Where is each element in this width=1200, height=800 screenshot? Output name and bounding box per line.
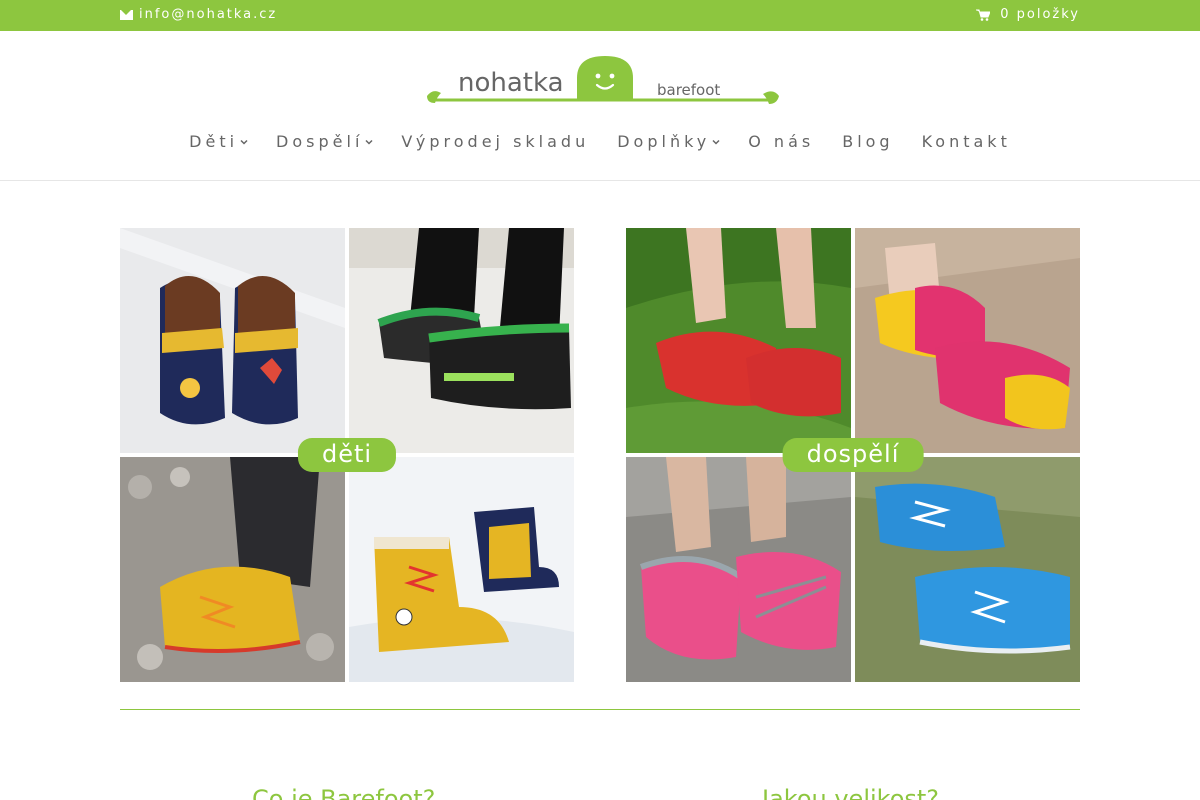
- nav-item-vyprodej[interactable]: Výprodej skladu: [401, 132, 589, 151]
- kids-photo-winter-boots: [349, 457, 574, 682]
- nav-item-blog[interactable]: Blog: [842, 132, 893, 151]
- cart-count: 0 položky: [1000, 7, 1080, 22]
- nav-item-label: Děti: [189, 132, 239, 151]
- kids-photo-yellow-sneakers: [120, 457, 345, 682]
- nav-item-deti[interactable]: Děti: [189, 132, 248, 151]
- nav-item-dospeli[interactable]: Dospělí: [276, 132, 373, 151]
- top-bar: info@nohatka.cz 0 položky: [0, 0, 1200, 31]
- nav-item-kontakt[interactable]: Kontakt: [922, 132, 1011, 151]
- logo-wordmark: nohatka: [458, 68, 564, 98]
- category-tile-adults[interactable]: dospělí: [626, 228, 1080, 682]
- adults-photo-red-flats: [626, 228, 851, 453]
- heading-which-size: Jakou velikost?: [762, 785, 940, 800]
- section-divider: [120, 709, 1080, 710]
- mail-icon: [120, 9, 133, 20]
- adults-photo-pink-yellow: [855, 228, 1080, 453]
- site-header: nohatka barefoot Děti Dospělí Výprodej s…: [0, 31, 1200, 181]
- heading-what-is-barefoot: Co je Barefoot?: [252, 785, 436, 800]
- email-link[interactable]: info@nohatka.cz: [120, 7, 277, 22]
- adults-photo-blue-sneakers: [855, 457, 1080, 682]
- chevron-down-icon: [712, 139, 720, 145]
- email-text: info@nohatka.cz: [139, 7, 278, 22]
- kids-photo-green-shoes: [349, 228, 574, 453]
- main-nav: Děti Dospělí Výprodej skladu Doplňky O n…: [0, 132, 1200, 151]
- category-badge-adults: dospělí: [782, 438, 924, 472]
- nav-item-label: Doplňky: [617, 132, 711, 151]
- cart-icon: [976, 9, 991, 21]
- nav-item-label: Výprodej skladu: [401, 132, 590, 151]
- nav-item-label: Dospělí: [276, 132, 364, 151]
- category-tile-kids[interactable]: děti: [120, 228, 574, 682]
- cart-link[interactable]: 0 položky: [976, 7, 1080, 22]
- kids-photo-slippers: [120, 228, 345, 453]
- site-logo[interactable]: nohatka barefoot: [425, 56, 780, 106]
- category-badge-kids: děti: [297, 438, 397, 472]
- nav-item-doplnky[interactable]: Doplňky: [617, 132, 720, 151]
- nav-item-o-nas[interactable]: O nás: [748, 132, 814, 151]
- chevron-down-icon: [365, 139, 373, 145]
- nav-item-label: Kontakt: [921, 132, 1011, 151]
- adults-photo-pink-straps: [626, 457, 851, 682]
- nav-item-label: Blog: [842, 132, 894, 151]
- chevron-down-icon: [240, 139, 248, 145]
- logo-subtitle: barefoot: [657, 81, 721, 99]
- nav-item-label: O nás: [748, 132, 815, 151]
